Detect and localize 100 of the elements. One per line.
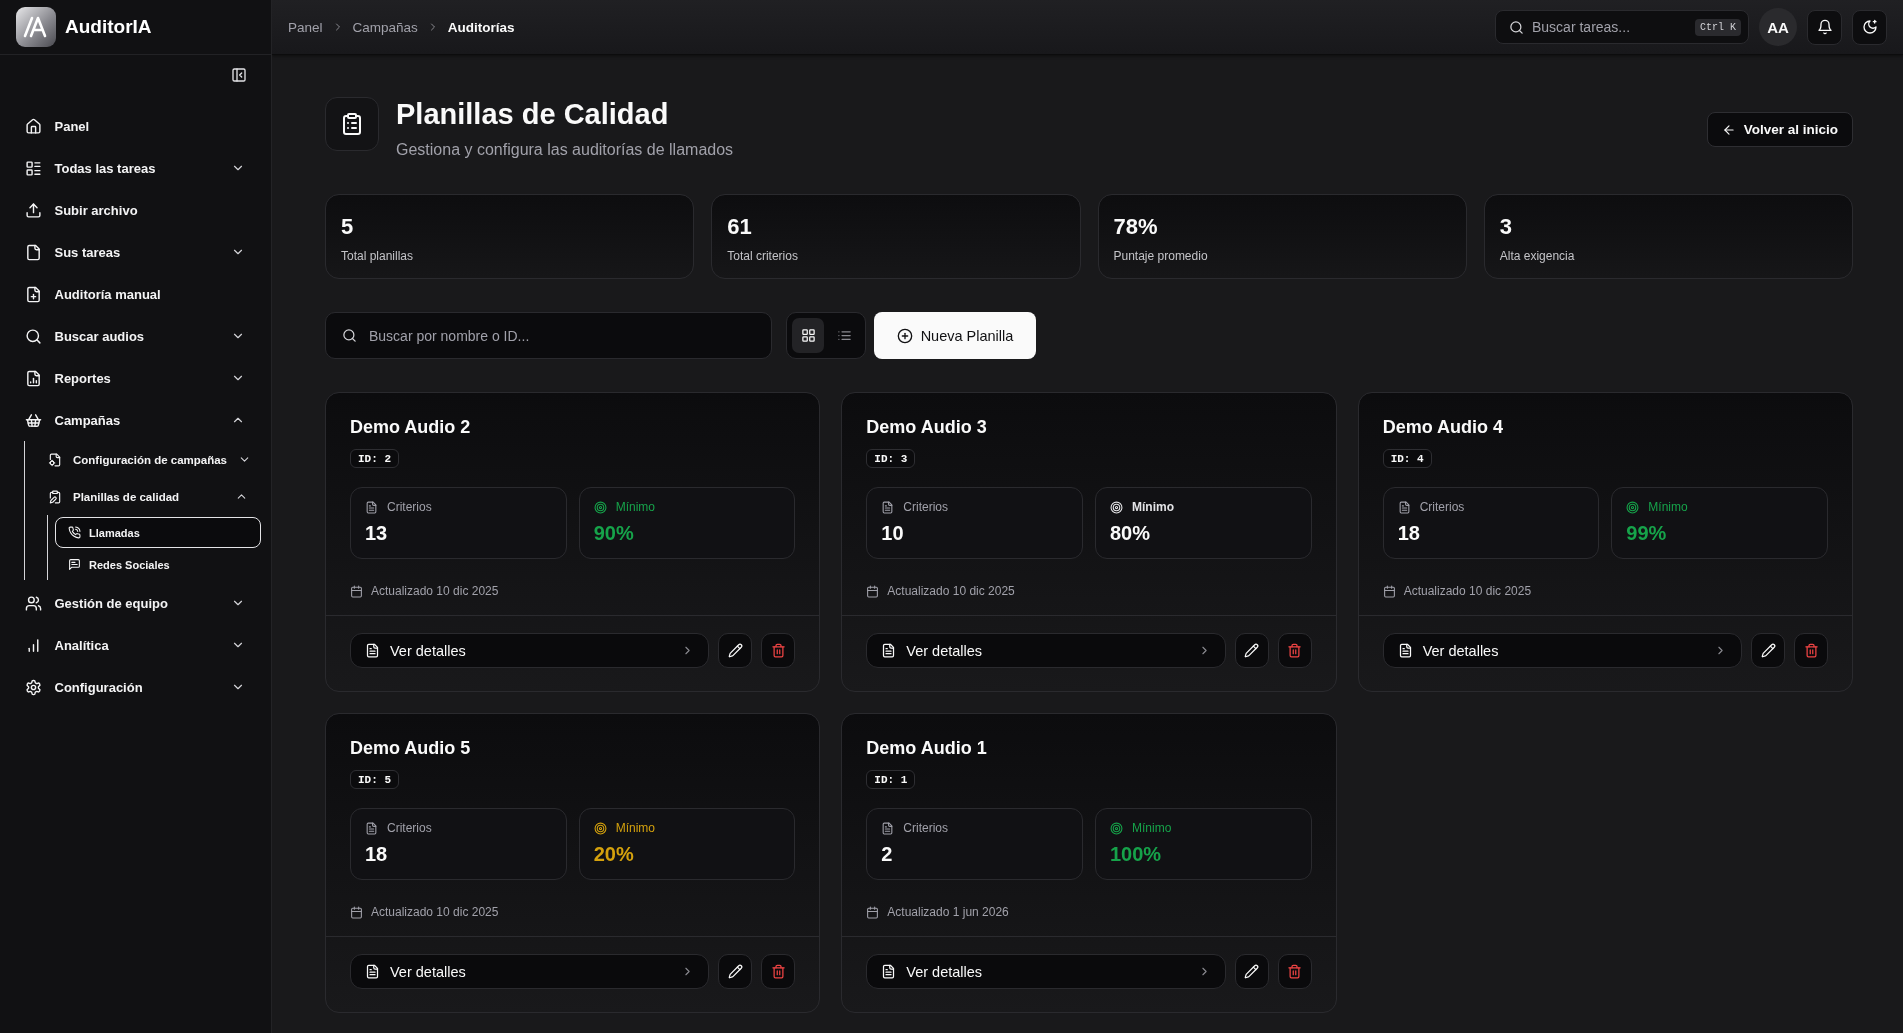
updated-date: Actualizado 10 dic 2025 <box>371 583 499 599</box>
stat-value: 78% <box>1113 213 1158 241</box>
document-icon <box>365 500 378 514</box>
nav-item[interactable]: Redes Sociales <box>55 549 261 580</box>
calendar-icon <box>866 584 880 598</box>
criteria-value: 2 <box>881 842 893 866</box>
criteria-label: Criterios <box>387 500 432 514</box>
nav-item[interactable]: Gestión de equipo <box>16 582 261 624</box>
search-icon <box>24 327 42 345</box>
phone-icon <box>68 526 81 539</box>
delete-button[interactable] <box>761 954 796 989</box>
updated-date: Actualizado 10 dic 2025 <box>371 904 499 920</box>
edit-button[interactable] <box>718 954 753 989</box>
pencil-icon <box>727 964 743 979</box>
nav-item[interactable]: Analítica <box>16 624 261 666</box>
nav-item[interactable]: Configuración de campañas <box>25 441 261 478</box>
basket-icon <box>24 411 42 429</box>
nav-item[interactable]: Sus tareas <box>16 231 261 273</box>
nav-item[interactable]: Buscar audios <box>16 315 261 357</box>
calendar-icon <box>1382 584 1396 598</box>
back-button[interactable]: Volver al inicio <box>1706 112 1853 147</box>
arrow-left-icon <box>1721 122 1736 137</box>
search-field[interactable]: Buscar por nombre o ID... <box>325 312 772 359</box>
trash-icon <box>1287 964 1303 979</box>
id-badge: ID: 4 <box>1382 449 1432 468</box>
edit-button[interactable] <box>1234 633 1269 668</box>
home-icon <box>24 117 42 135</box>
trash-icon <box>770 643 786 658</box>
collapse-sidebar-icon[interactable] <box>231 67 247 83</box>
updated-date: Actualizado 10 dic 2025 <box>1403 583 1532 599</box>
page-subtitle: Gestiona y configura las auditorías de llamados <box>396 140 734 159</box>
card-title: Demo Audio 3 <box>866 416 987 438</box>
breadcrumb-item[interactable]: Auditorías <box>447 19 515 35</box>
minimum-label: Mínimo <box>1132 500 1174 514</box>
moon-icon <box>1861 19 1878 35</box>
grid-icon <box>800 328 816 343</box>
document-icon <box>1397 500 1411 514</box>
nav-item[interactable]: Campañas <box>16 399 261 441</box>
id-badge: ID: 5 <box>350 770 399 789</box>
details-button[interactable]: Ver detalles <box>866 954 1226 989</box>
nav-item[interactable]: Todas las tareas <box>16 147 261 189</box>
theme-button[interactable] <box>1852 9 1887 45</box>
breadcrumb-item[interactable]: Campañas <box>352 19 418 35</box>
stat-label: Total planillas <box>341 248 414 264</box>
calendar-icon <box>866 905 880 919</box>
pencil-icon <box>727 643 743 658</box>
nav-item[interactable]: Configuración <box>16 666 261 708</box>
stat-value: 61 <box>727 213 752 241</box>
minimum-label: Mínimo <box>1132 821 1172 835</box>
nav-item[interactable]: Reportes <box>16 357 261 399</box>
nav-item[interactable]: Llamadas <box>55 517 261 548</box>
calendar-icon <box>350 584 363 598</box>
criteria-value: 13 <box>365 521 388 545</box>
delete-button[interactable] <box>1277 633 1312 668</box>
card-title: Demo Audio 5 <box>350 737 471 759</box>
details-button[interactable]: Ver detalles <box>350 633 710 668</box>
upload-icon <box>24 201 42 219</box>
document-icon <box>881 500 895 514</box>
delete-button[interactable] <box>761 633 796 668</box>
notifications-button[interactable] <box>1807 9 1842 45</box>
criteria-label: Criterios <box>1419 500 1465 514</box>
nav-item[interactable]: Auditoría manual <box>16 273 261 315</box>
pencil-icon <box>1244 643 1260 658</box>
page-title: Planillas de Calidad <box>396 97 669 132</box>
breadcrumb-item[interactable]: Panel <box>288 19 323 35</box>
search-icon <box>342 328 357 343</box>
file-gear-icon <box>48 452 62 467</box>
minimum-label: Mínimo <box>1648 500 1688 514</box>
message-icon <box>68 558 81 571</box>
details-button[interactable]: Ver detalles <box>866 633 1226 668</box>
criteria-value: 10 <box>881 521 904 545</box>
calendar-icon <box>350 905 363 919</box>
document-icon <box>365 821 378 835</box>
criteria-label: Criterios <box>903 500 948 514</box>
nav-item[interactable]: Planillas de calidad <box>25 478 261 515</box>
minimum-value: 90% <box>593 521 634 545</box>
nav-item[interactable]: Panel <box>16 105 261 147</box>
criteria-label: Criterios <box>903 821 948 835</box>
details-button[interactable]: Ver detalles <box>350 954 710 989</box>
delete-button[interactable] <box>1794 633 1828 668</box>
view-button[interactable] <box>792 318 824 353</box>
details-button[interactable]: Ver detalles <box>1382 633 1742 668</box>
edit-button[interactable] <box>1751 633 1785 668</box>
file-icon <box>24 243 42 261</box>
bell-icon <box>1816 19 1833 35</box>
file-chart-icon <box>24 369 42 387</box>
search-icon <box>1509 19 1524 35</box>
pencil-icon <box>1244 964 1260 979</box>
new-template-button[interactable]: Nueva Planilla <box>874 312 1036 359</box>
trash-icon <box>770 964 786 979</box>
clipboard-icon <box>325 97 379 151</box>
id-badge: ID: 2 <box>350 449 399 468</box>
brand-name: AuditorIA <box>65 16 152 38</box>
edit-button[interactable] <box>718 633 753 668</box>
delete-button[interactable] <box>1277 954 1312 989</box>
nav-item[interactable]: Subir archivo <box>16 189 261 231</box>
avatar[interactable]: AA <box>1759 8 1797 46</box>
edit-button[interactable] <box>1234 954 1269 989</box>
pencil-icon <box>1760 643 1776 658</box>
criteria-value: 18 <box>1397 521 1420 545</box>
